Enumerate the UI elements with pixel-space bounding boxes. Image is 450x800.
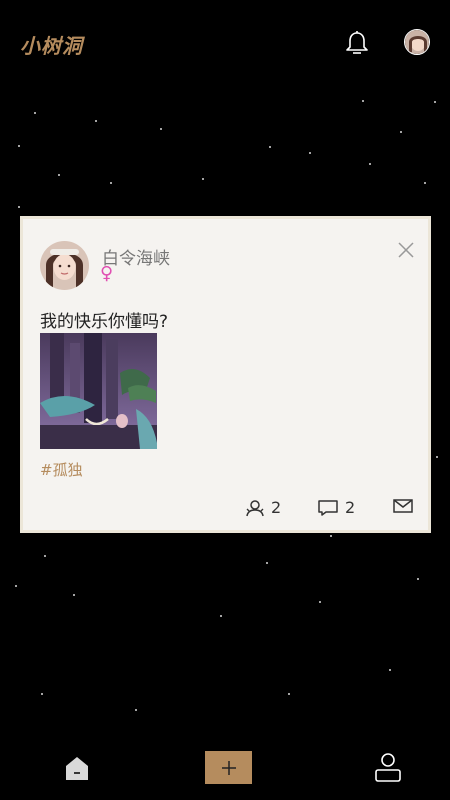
mail-icon [393,499,413,513]
star [95,120,97,122]
home-icon[interactable] [64,755,90,781]
comments-count: 2 [345,498,356,517]
user-likes-icon [246,499,264,516]
star [369,163,371,165]
star [202,178,204,180]
star [73,594,75,596]
user-icon[interactable] [374,752,402,782]
author-avatar[interactable] [40,241,89,290]
likes-button[interactable]: 2 [245,498,281,517]
star [160,128,162,130]
star [220,615,222,617]
star [319,601,321,603]
profile-avatar[interactable] [404,29,430,55]
star [135,709,137,711]
star [400,131,402,133]
star [44,555,46,557]
star [436,456,438,458]
close-icon[interactable] [397,241,415,259]
plus-icon [221,760,236,775]
star [434,101,436,103]
female-gender-icon: ♀ [100,263,114,284]
star [58,174,60,176]
add-post-button[interactable] [205,751,252,784]
star [15,585,17,587]
star [417,578,419,580]
bell-icon[interactable] [343,29,371,57]
star [269,146,271,148]
comments-button[interactable]: 2 [317,498,355,517]
star [424,182,426,184]
star [18,206,20,208]
likes-count: 2 [271,498,282,517]
star [362,100,364,102]
star [18,145,20,147]
message-button[interactable] [393,498,413,514]
star [41,693,43,695]
star [309,152,311,154]
star [389,669,391,671]
star [110,182,112,184]
star [288,693,290,695]
post-tag[interactable]: #孤独 [40,459,83,480]
star [34,112,36,114]
app-title: 小树洞 [20,34,83,58]
star [266,562,268,564]
star [330,535,332,537]
post-card: 白令海峡 ♀ 我的快乐你懂吗? #孤独 2 2 [20,216,431,533]
post-text: 我的快乐你懂吗? [40,312,169,332]
post-image[interactable] [40,333,157,449]
comment-icon [318,499,338,516]
